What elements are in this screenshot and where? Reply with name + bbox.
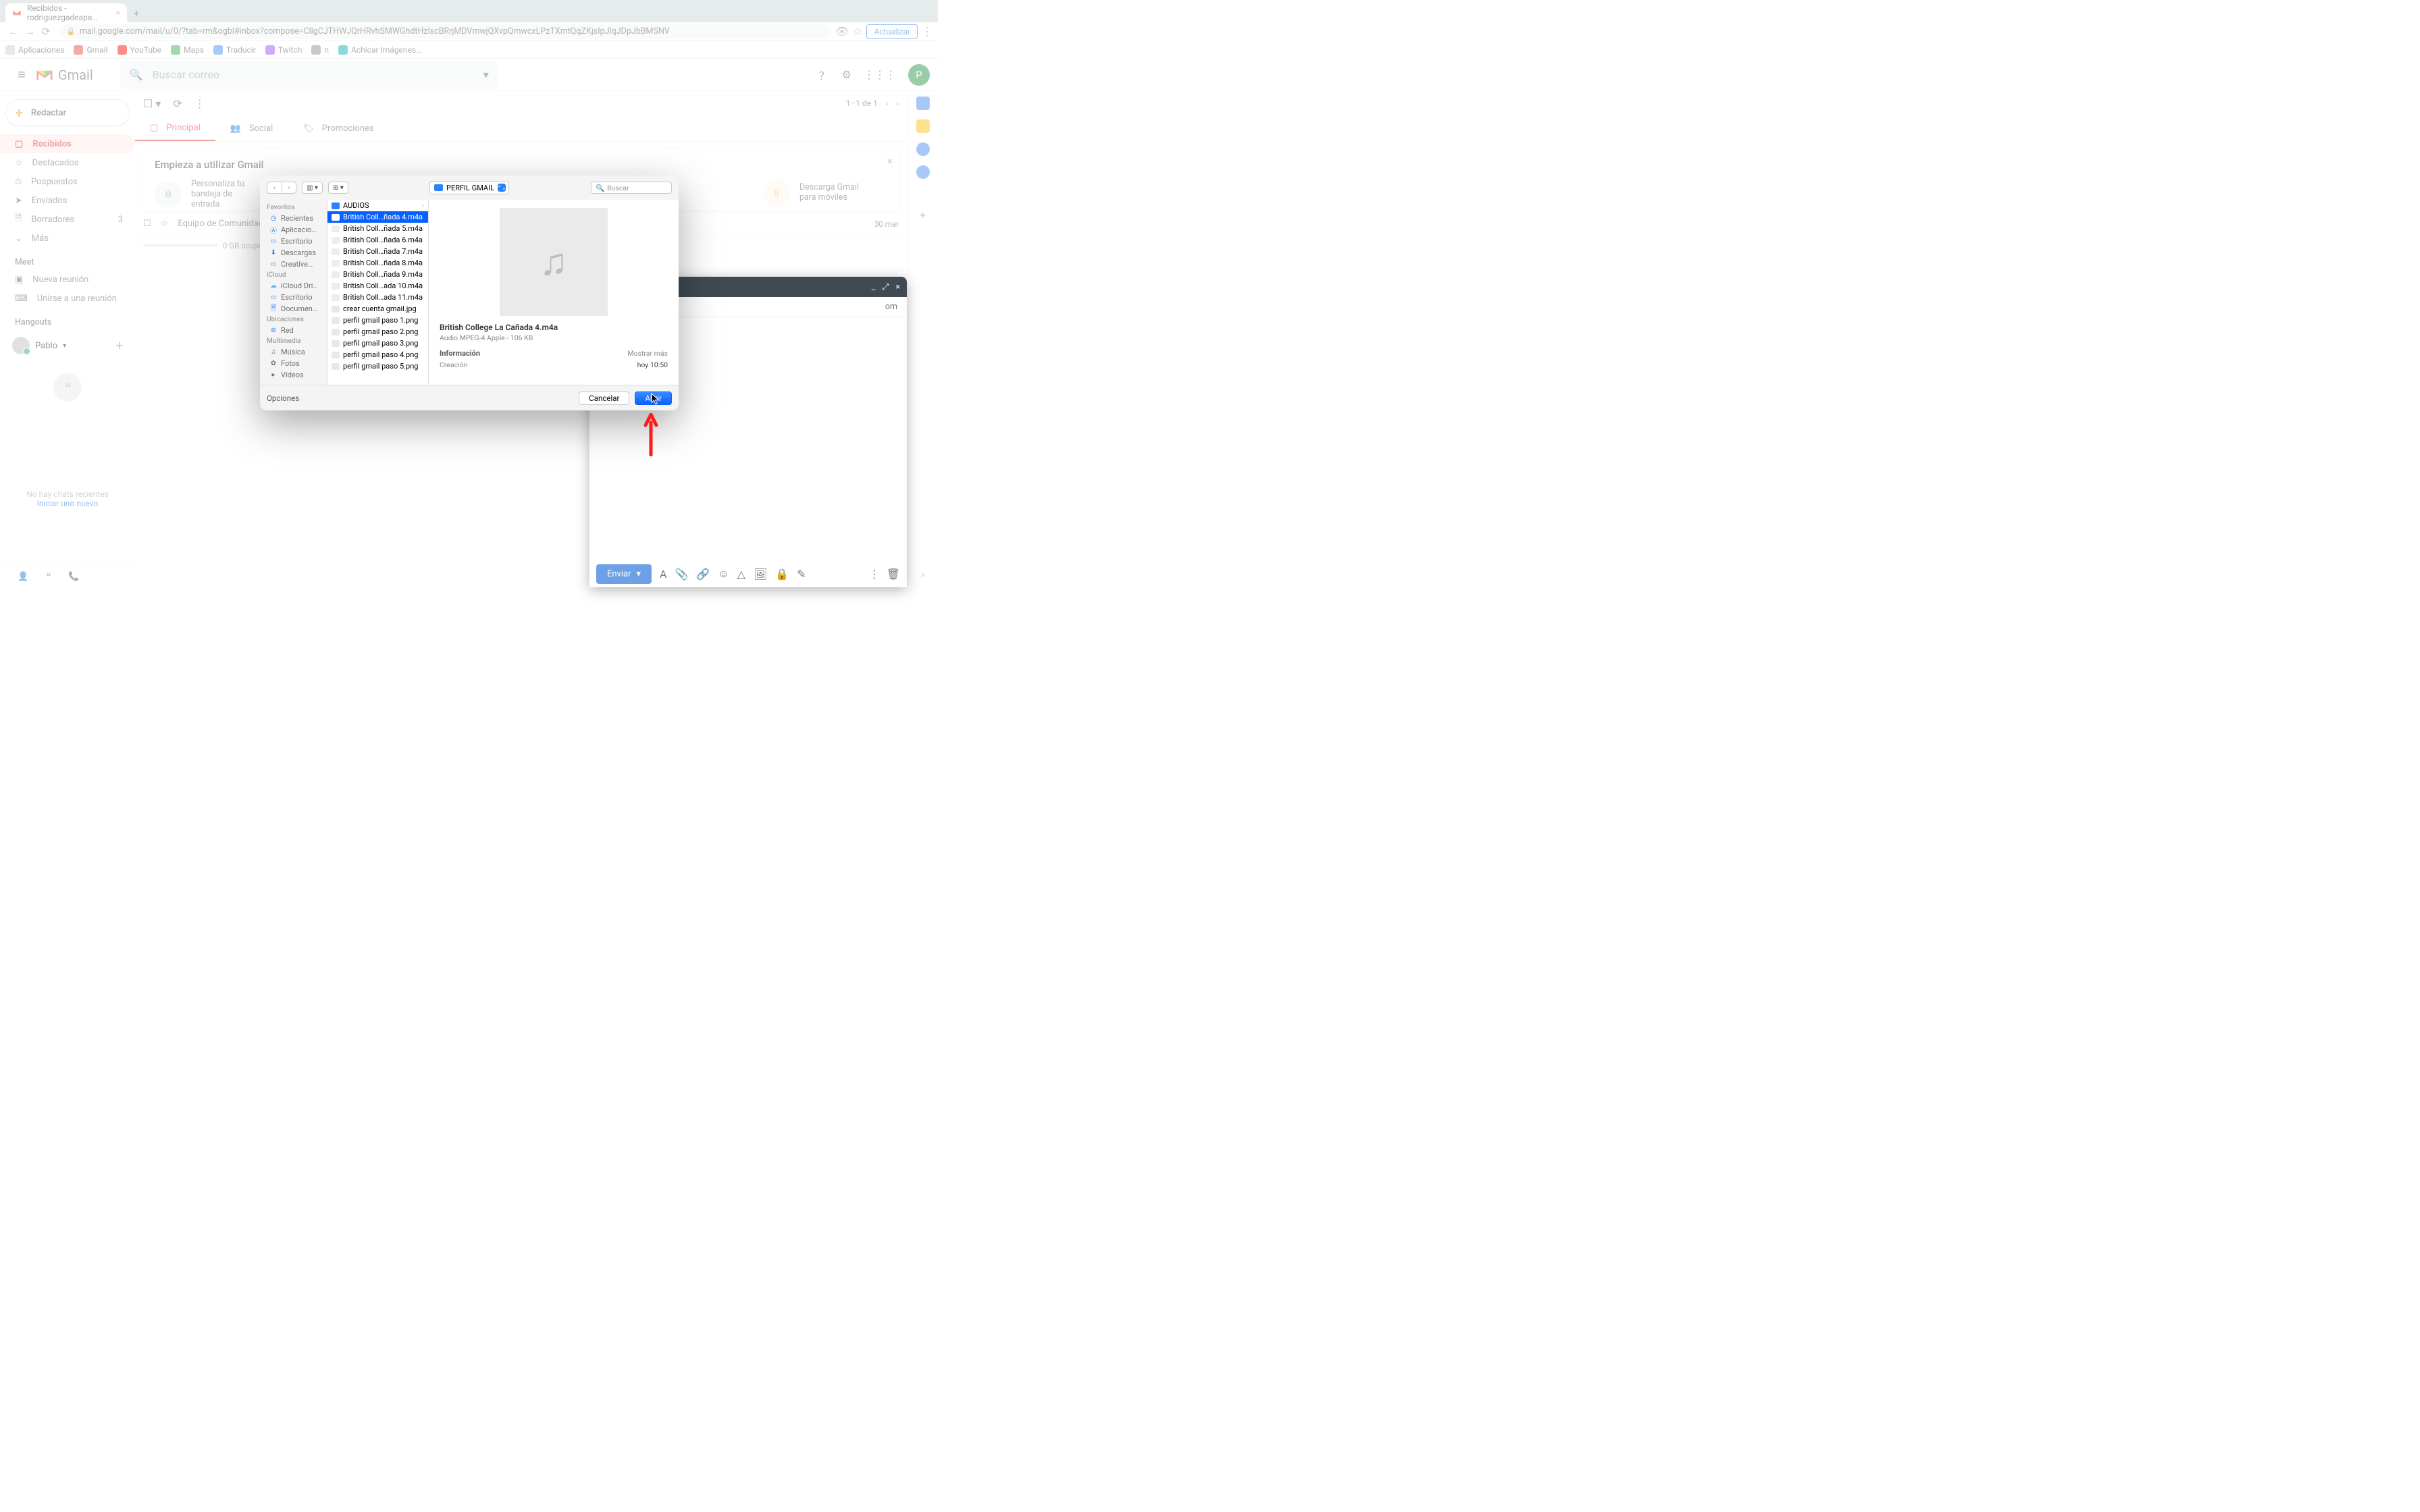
created-value: hoy 10:50 (637, 360, 668, 369)
file-name: British Coll…ada 10.m4a (343, 281, 423, 290)
file-item[interactable]: British Coll…ñada 7.m4a (327, 246, 428, 257)
drive-icon[interactable]: △ (737, 568, 745, 580)
audio-file-icon (332, 271, 340, 278)
sidebar-videos[interactable]: ▸Vídeos (260, 369, 327, 381)
sidebar-music[interactable]: ♫Música (260, 346, 327, 358)
created-label: Creación (440, 360, 467, 369)
columns-view[interactable]: ▥ ▾ (302, 182, 323, 194)
grid-view[interactable]: ⊞ ▾ (328, 182, 348, 194)
image-file-icon (332, 340, 340, 347)
file-item[interactable]: British Coll…ñada 4.m4a (327, 211, 428, 223)
expand-icon[interactable]: ⤢ (882, 282, 889, 292)
mouse-cursor (651, 393, 660, 405)
file-item[interactable]: perfil gmail paso 2.png (327, 326, 428, 338)
file-item[interactable]: perfil gmail paso 3.png (327, 338, 428, 349)
file-item[interactable]: perfil gmail paso 5.png (327, 360, 428, 372)
search-icon: 🔍 (596, 184, 604, 192)
path-dropdown[interactable]: PERFIL GMAIL ⌃⌄ (429, 181, 509, 194)
annotation-arrow (643, 413, 659, 456)
image-file-icon (332, 329, 340, 335)
format-icon[interactable]: A (660, 568, 666, 580)
audio-file-icon (332, 214, 340, 221)
file-name: British Coll…ñada 4.m4a (343, 213, 423, 221)
sidebar-apps[interactable]: ⒶAplicacio… (260, 224, 327, 236)
file-item[interactable]: British Coll…ñada 9.m4a (327, 269, 428, 280)
file-name: perfil gmail paso 3.png (343, 339, 418, 348)
file-name: perfil gmail paso 4.png (343, 350, 418, 359)
image-file-icon (332, 317, 340, 324)
audio-file-icon (332, 260, 340, 267)
file-open-dialog: ‹ › ▥ ▾ ⊞ ▾ PERFIL GMAIL ⌃⌄ 🔍 Buscar Fav… (260, 176, 679, 410)
options-button[interactable]: Opciones (267, 394, 299, 403)
file-item[interactable]: perfil gmail paso 1.png (327, 315, 428, 326)
pen-icon[interactable]: ✎ (797, 568, 806, 580)
nav-back-forward[interactable]: ‹ › (267, 182, 296, 194)
file-name: crear cuenta gmail.jpg (343, 304, 417, 313)
audio-file-icon (332, 294, 340, 301)
more-icon[interactable]: ⋮ (869, 568, 880, 580)
file-name: British Coll…ñada 7.m4a (343, 247, 423, 256)
file-item[interactable]: British Coll…ñada 5.m4a (327, 223, 428, 234)
image-file-icon (332, 352, 340, 358)
compose-toolbar: Enviar▾ A 📎 🔗 ☺ △ 🖼 🔒 ✎ ⋮ 🗑 (589, 560, 907, 587)
show-more-link[interactable]: Mostrar más (627, 349, 668, 358)
file-item[interactable]: British Coll…ada 10.m4a (327, 280, 428, 292)
dialog-toolbar: ‹ › ▥ ▾ ⊞ ▾ PERFIL GMAIL ⌃⌄ 🔍 Buscar (260, 176, 679, 200)
attach-icon[interactable]: 📎 (675, 568, 688, 580)
trash-icon[interactable]: 🗑 (887, 568, 900, 580)
preview-info-header: Información (440, 349, 480, 358)
close-icon[interactable]: × (895, 282, 900, 292)
file-name: British Coll…ñada 5.m4a (343, 224, 423, 233)
file-name: perfil gmail paso 2.png (343, 327, 418, 336)
dialog-search[interactable]: 🔍 Buscar (591, 182, 672, 194)
sidebar-icloud-drive[interactable]: ☁iCloud Dri… (260, 280, 327, 292)
file-name: perfil gmail paso 5.png (343, 362, 418, 371)
sidebar-downloads[interactable]: ⬇Descargas (260, 247, 327, 259)
file-item[interactable]: crear cuenta gmail.jpg (327, 303, 428, 315)
cancel-button[interactable]: Cancelar (579, 392, 629, 405)
image-file-icon (332, 363, 340, 370)
audio-thumbnail-icon: ♫ (500, 208, 608, 316)
file-preview: ♫ British College La Cañada 4.m4a Audio … (429, 200, 679, 385)
audio-file-icon (332, 237, 340, 244)
sidebar-desktop[interactable]: ▭Escritorio (260, 236, 327, 247)
link-icon[interactable]: 🔗 (696, 568, 710, 580)
chevron-updown-icon: ⌃⌄ (498, 184, 506, 192)
dialog-footer: Opciones Cancelar Abrir (260, 385, 679, 410)
file-name: British Coll…ñada 9.m4a (343, 270, 423, 279)
emoji-icon[interactable]: ☺ (718, 567, 729, 580)
sidebar-icloud-desktop[interactable]: ▭Escritorio (260, 292, 327, 303)
preview-subtitle: Audio MPEG-4 Apple - 106 KB (440, 333, 668, 342)
preview-title: British College La Cañada 4.m4a (440, 323, 668, 332)
sidebar-icloud-docs[interactable]: 🗎Documen… (260, 303, 327, 315)
forward-icon[interactable]: › (282, 182, 296, 194)
image-icon[interactable]: 🖼 (754, 568, 767, 580)
sidebar-photos[interactable]: ✿Fotos (260, 358, 327, 369)
folder-icon (332, 202, 340, 209)
file-item[interactable]: British Coll…ñada 6.m4a (327, 234, 428, 246)
file-name: AUDIOS (343, 201, 369, 210)
image-file-icon (332, 306, 340, 313)
file-list: AUDIOS British Coll…ñada 4.m4a British Col… (327, 200, 429, 385)
minimize-icon[interactable]: _ (872, 282, 876, 292)
file-name: British Coll…ñada 6.m4a (343, 236, 423, 244)
sidebar-recents[interactable]: ◷Recientes (260, 213, 327, 224)
sidebar-creative[interactable]: ▭Creative… (260, 259, 327, 270)
send-button[interactable]: Enviar▾ (596, 564, 652, 584)
audio-file-icon (332, 248, 340, 255)
file-item[interactable]: British Coll…ñada 8.m4a (327, 257, 428, 269)
dialog-sidebar: Favoritos ◷Recientes ⒶAplicacio… ▭Escrit… (260, 200, 327, 385)
audio-file-icon (332, 283, 340, 290)
folder-icon (434, 184, 443, 191)
sidebar-network[interactable]: ⊚Red (260, 325, 327, 336)
file-item[interactable]: AUDIOS (327, 200, 428, 211)
file-item[interactable]: British Coll…ada 11.m4a (327, 292, 428, 303)
lock-icon[interactable]: 🔒 (775, 568, 789, 580)
file-name: perfil gmail paso 1.png (343, 316, 418, 325)
file-name: British Coll…ada 11.m4a (343, 293, 423, 302)
back-icon[interactable]: ‹ (267, 182, 282, 194)
file-item[interactable]: perfil gmail paso 4.png (327, 349, 428, 360)
file-name: British Coll…ñada 8.m4a (343, 259, 423, 267)
audio-file-icon (332, 225, 340, 232)
